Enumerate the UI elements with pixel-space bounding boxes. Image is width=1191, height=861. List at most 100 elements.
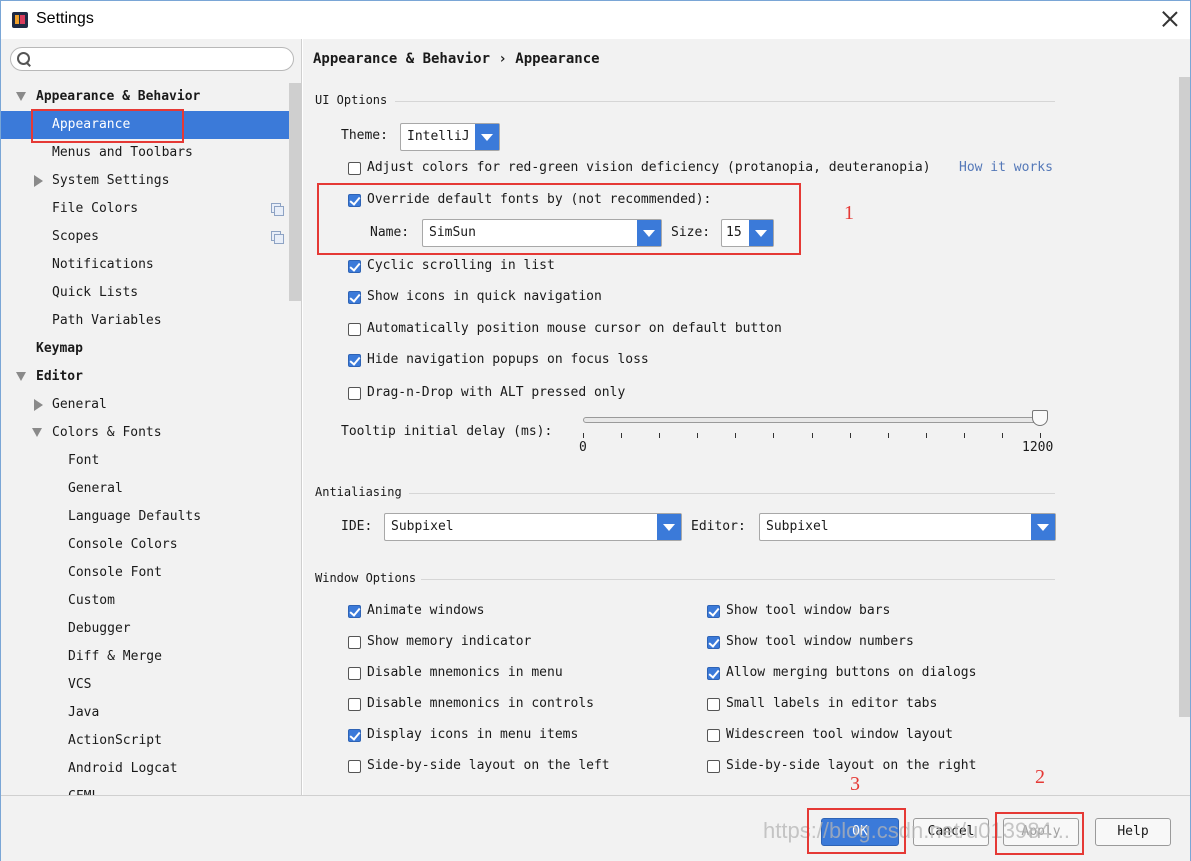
tree-item-language-defaults[interactable]: Language Defaults — [1, 503, 289, 531]
checkbox-box[interactable] — [348, 760, 361, 773]
project-level-icon — [271, 203, 284, 216]
intellij-app-icon — [12, 12, 28, 28]
tree-item-font[interactable]: Font — [1, 447, 289, 475]
section-title-antialiasing: Antialiasing — [315, 485, 402, 499]
editor-label: Editor: — [691, 519, 746, 534]
annotation-number-3: 3 — [850, 773, 860, 795]
chevron-down-icon[interactable] — [657, 514, 681, 540]
expanded-arrow-icon[interactable] — [16, 372, 26, 381]
tree-item-notifications[interactable]: Notifications — [1, 251, 289, 279]
annotation-number-2: 2 — [1035, 766, 1045, 788]
search-box[interactable] — [10, 47, 294, 71]
checkbox-box[interactable] — [348, 605, 361, 618]
checkbox-box[interactable] — [348, 667, 361, 680]
checkbox-box[interactable] — [707, 636, 720, 649]
tree-item-quick-lists[interactable]: Quick Lists — [1, 279, 289, 307]
tree-item-custom[interactable]: Custom — [1, 587, 289, 615]
expanded-arrow-icon[interactable] — [32, 428, 42, 437]
tree-item-console-font[interactable]: Console Font — [1, 559, 289, 587]
checkbox-box[interactable] — [348, 291, 361, 304]
search-input[interactable] — [35, 50, 285, 68]
chevron-down-icon[interactable] — [475, 124, 499, 150]
checkbox-box[interactable] — [348, 729, 361, 742]
checkbox-box[interactable] — [348, 387, 361, 400]
tree-item-android-logcat[interactable]: Android Logcat — [1, 755, 289, 783]
slider-tick — [697, 433, 698, 438]
slider-tick — [773, 433, 774, 438]
editor-antialiasing-combo[interactable]: Subpixel — [759, 513, 1056, 541]
tree-item-vcs[interactable]: VCS — [1, 671, 289, 699]
collapsed-arrow-icon[interactable] — [34, 399, 43, 411]
annotation-box-appearance — [31, 109, 184, 143]
help-button[interactable]: Help — [1095, 818, 1171, 846]
settings-content: Appearance & Behavior › Appearance UI Op… — [303, 39, 1190, 795]
tree-item-scopes[interactable]: Scopes — [1, 223, 289, 251]
tree-item-java[interactable]: Java — [1, 699, 289, 727]
window-title: Settings — [36, 10, 94, 27]
slider-tick — [888, 433, 889, 438]
section-divider — [421, 579, 1055, 580]
checkbox-box[interactable] — [707, 729, 720, 742]
tree-item-path-variables[interactable]: Path Variables — [1, 307, 289, 335]
tree-item-diff-merge[interactable]: Diff & Merge — [1, 643, 289, 671]
slider-tick — [735, 433, 736, 438]
checkbox-box[interactable] — [707, 605, 720, 618]
checkbox-box[interactable] — [707, 667, 720, 680]
tree-item-system-settings[interactable]: System Settings — [1, 167, 289, 195]
slider-thumb[interactable] — [1032, 410, 1048, 426]
tooltip-delay-slider[interactable] — [583, 417, 1041, 423]
tree-item-colors-fonts[interactable]: Colors & Fonts — [1, 419, 289, 447]
checkbox-box[interactable] — [348, 354, 361, 367]
tree-item-file-colors[interactable]: File Colors — [1, 195, 289, 223]
tree-item-actionscript[interactable]: ActionScript — [1, 727, 289, 755]
annotation-box-override-fonts — [317, 183, 801, 255]
slider-tick — [850, 433, 851, 438]
tree-item-general[interactable]: General — [1, 391, 289, 419]
tree-item-editor[interactable]: Editor — [1, 363, 289, 391]
tree-item-keymap[interactable]: Keymap — [1, 335, 289, 363]
content-scrollbar[interactable] — [1179, 77, 1190, 717]
expanded-arrow-icon[interactable] — [16, 92, 26, 101]
slider-tick — [1002, 433, 1003, 438]
checkbox-box[interactable] — [348, 323, 361, 336]
slider-min-label: 0 — [579, 440, 587, 455]
collapsed-arrow-icon[interactable] — [34, 175, 43, 187]
search-icon — [16, 51, 32, 67]
settings-window: Settings Appearance & Behavior Appearanc… — [0, 0, 1191, 861]
checkbox-box[interactable] — [348, 162, 361, 175]
section-title-window-options: Window Options — [315, 571, 417, 585]
annotation-number-1: 1 — [844, 202, 854, 224]
checkbox-box[interactable] — [348, 636, 361, 649]
checkbox-box[interactable] — [348, 260, 361, 273]
tree-item-debugger[interactable]: Debugger — [1, 615, 289, 643]
tree-item-menus-toolbars[interactable]: Menus and Toolbars — [1, 139, 289, 167]
checkbox-box[interactable] — [707, 698, 720, 711]
slider-tick — [964, 433, 965, 438]
slider-tick — [812, 433, 813, 438]
title-bar: Settings — [1, 1, 1190, 39]
tree-item-cfml[interactable]: CFML — [1, 783, 289, 795]
theme-combo[interactable]: IntelliJ — [400, 123, 500, 151]
tree-item-appearance-behavior[interactable]: Appearance & Behavior — [1, 83, 289, 111]
slider-tick — [1040, 433, 1041, 438]
settings-sidebar: Appearance & Behavior Appearance Menus a… — [1, 39, 302, 795]
slider-tick — [621, 433, 622, 438]
annotation-box-apply — [995, 812, 1084, 855]
tree-item-colors-general[interactable]: General — [1, 475, 289, 503]
chevron-down-icon[interactable] — [1031, 514, 1055, 540]
section-divider — [409, 493, 1055, 494]
checkbox-box[interactable] — [348, 698, 361, 711]
annotation-box-ok — [807, 808, 906, 854]
how-it-works-link[interactable]: How it works — [959, 160, 1053, 175]
tooltip-delay-label: Tooltip initial delay (ms): — [341, 424, 553, 439]
slider-tick — [659, 433, 660, 438]
sidebar-scrollbar[interactable] — [289, 83, 301, 301]
tree-item-console-colors[interactable]: Console Colors — [1, 531, 289, 559]
editor-antialiasing-value: Subpixel — [766, 519, 829, 534]
slider-tick — [926, 433, 927, 438]
cancel-button[interactable]: Cancel — [913, 818, 989, 846]
close-icon[interactable] — [1161, 10, 1179, 28]
ide-antialiasing-combo[interactable]: Subpixel — [384, 513, 682, 541]
checkbox-box[interactable] — [707, 760, 720, 773]
section-divider — [395, 101, 1055, 102]
